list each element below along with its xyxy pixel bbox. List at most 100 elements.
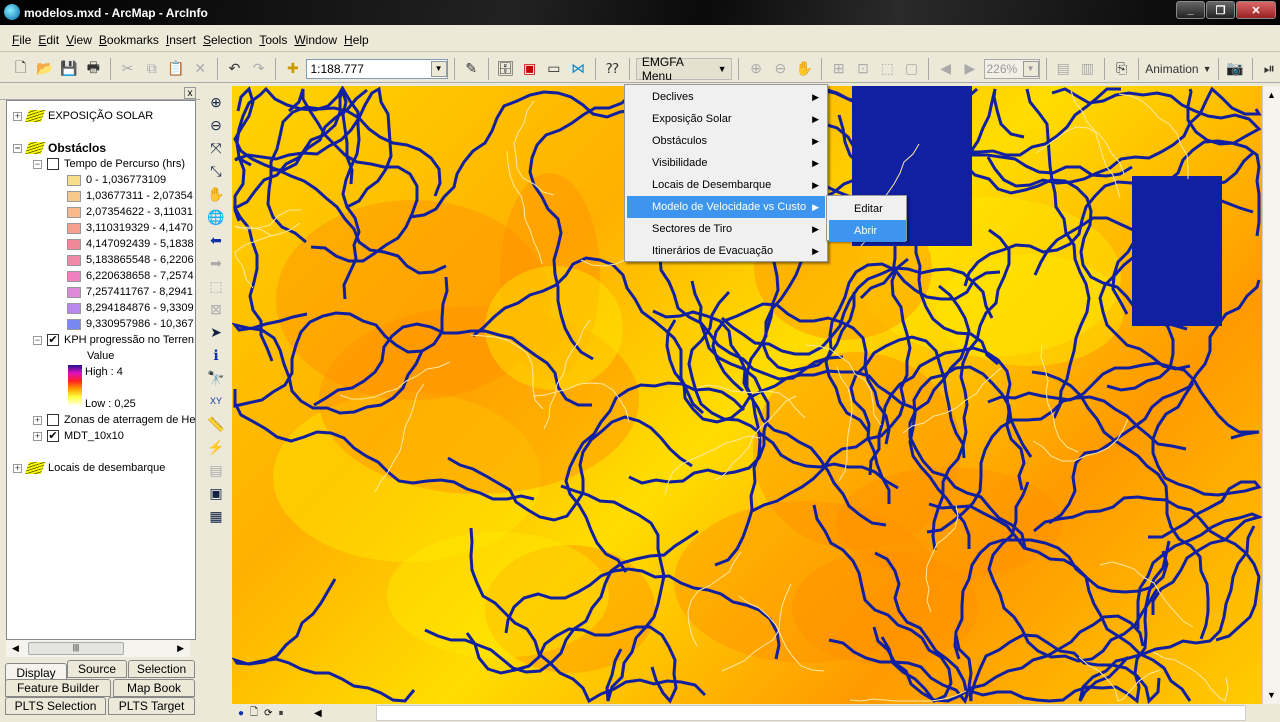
layout-zoom-out-icon[interactable]: ⊖ <box>770 58 791 80</box>
time-slider-icon[interactable]: ▦ <box>205 506 227 526</box>
layout-zoom-in-icon[interactable]: ⊕ <box>745 58 766 80</box>
animation-menu-button[interactable]: Animation ▼ <box>1145 58 1211 80</box>
menu-item[interactable]: Declives ▶ <box>627 86 825 108</box>
collapse-icon[interactable]: − <box>33 159 42 169</box>
tab-plts-target[interactable]: PLTS Target <box>108 697 195 715</box>
layer-mdt[interactable]: + ✔ MDT_10x10 <box>33 428 124 444</box>
copy-icon[interactable]: ⧉ <box>141 58 162 80</box>
collapse-icon[interactable]: − <box>13 143 22 153</box>
scroll-down-icon[interactable]: ▼ <box>1267 690 1276 700</box>
toc-group-exposicao-solar[interactable]: + EXPOSIÇÃO SOLAR <box>13 108 153 124</box>
find-icon[interactable]: 🔭 <box>205 368 227 388</box>
zoom-level-combobox[interactable]: 226% ▼ <box>983 58 1040 79</box>
expand-icon[interactable]: + <box>33 431 42 441</box>
fixed-zoom-in-icon[interactable]: ⤧ <box>205 138 227 158</box>
close-button[interactable]: ✕ <box>1236 1 1276 19</box>
fixed-zoom-out-icon[interactable]: ⤡ <box>205 161 227 181</box>
previous-extent-icon[interactable]: ◀ <box>935 58 956 80</box>
close-icon[interactable]: x <box>184 87 196 99</box>
toc-horizontal-scrollbar[interactable]: ◀ ||| ▶ <box>6 640 190 657</box>
layer-zonas[interactable]: + Zonas de aterragem de He <box>33 412 195 428</box>
layer-checkbox-checked[interactable]: ✔ <box>47 334 59 346</box>
refresh-icon[interactable]: ⟳ <box>264 708 272 719</box>
menu-item[interactable]: Locais de Desembarque ▶ <box>627 174 825 196</box>
save-icon[interactable]: 💾 <box>58 58 79 80</box>
add-data-icon[interactable]: ✚ <box>282 58 303 80</box>
minimize-button[interactable]: _ <box>1176 1 1205 19</box>
map-scale-combobox[interactable]: 1:188.777 ▼ <box>306 58 448 79</box>
menu-bookmarks[interactable]: Bookmarks <box>99 33 159 47</box>
zoom-in-icon[interactable]: ⊕ <box>205 92 227 112</box>
go-to-xy-icon[interactable]: XY <box>205 391 227 411</box>
zoom-whole-page-icon[interactable]: ⊞ <box>828 58 849 80</box>
modelbuilder-icon[interactable]: ⋈ <box>567 58 588 80</box>
menu-item[interactable]: Obstáculos ▶ <box>627 130 825 152</box>
layer-checkbox[interactable] <box>47 414 59 426</box>
pan-icon[interactable]: ✋ <box>205 184 227 204</box>
data-view-icon[interactable]: ● <box>238 708 244 719</box>
arccatalog-icon[interactable]: 🗄 <box>495 58 516 80</box>
arctoolbox-icon[interactable]: ▣ <box>519 58 540 80</box>
clear-selection-icon[interactable]: ⊠ <box>205 299 227 319</box>
forward-extent-icon[interactable]: ➡ <box>205 253 227 273</box>
scroll-thumb[interactable]: ||| <box>28 642 124 655</box>
chevron-down-icon[interactable]: ▼ <box>1022 60 1039 77</box>
tab-map-book[interactable]: Map Book <box>113 679 195 697</box>
scroll-left-icon[interactable]: ◀ <box>12 643 19 654</box>
chevron-down-icon[interactable]: ▼ <box>430 60 447 77</box>
command-line-icon[interactable]: ▭ <box>543 58 564 80</box>
menu-item[interactable]: Itinerários de Evacuação ▶ <box>627 240 825 262</box>
next-extent-icon[interactable]: ▶ <box>959 58 980 80</box>
scroll-left-icon[interactable]: ◀ <box>314 708 322 719</box>
toc-group-obstaclos[interactable]: − Obstáclos <box>13 140 106 156</box>
menu-edit[interactable]: Edit <box>38 33 59 47</box>
scroll-up-icon[interactable]: ▲ <box>1267 90 1276 100</box>
zoom-100-icon[interactable]: ⊡ <box>852 58 873 80</box>
editor-icon[interactable]: ✎ <box>461 58 482 80</box>
menu-item-abrir[interactable]: Abrir <box>829 220 906 242</box>
menu-item[interactable]: Exposição Solar ▶ <box>627 108 825 130</box>
map-vertical-scrollbar[interactable]: ▲ ▼ <box>1262 86 1280 704</box>
expand-icon[interactable]: + <box>13 111 22 121</box>
whats-this-icon[interactable]: ⁇ <box>602 58 623 80</box>
tab-source[interactable]: Source <box>67 660 127 678</box>
redo-icon[interactable]: ↷ <box>248 58 269 80</box>
one-to-one-icon[interactable]: ▢ <box>901 58 922 80</box>
menu-item[interactable]: Sectores de Tiro ▶ <box>627 218 825 240</box>
identify-icon[interactable]: ℹ <box>205 345 227 365</box>
menu-insert[interactable]: Insert <box>166 33 196 47</box>
animation-controls-icon[interactable]: ⏯ <box>1259 58 1280 80</box>
pause-drawing-icon[interactable]: ⏸ <box>278 708 283 719</box>
delete-icon[interactable]: ✕ <box>190 58 211 80</box>
layer-checkbox-checked[interactable]: ✔ <box>47 430 59 442</box>
layer-checkbox[interactable] <box>47 158 59 170</box>
create-viewer-icon[interactable]: ▣ <box>205 483 227 503</box>
layer-tempo-percurso[interactable]: − Tempo de Percurso (hrs) <box>33 156 185 172</box>
print-icon[interactable]: 🖶 <box>83 58 104 80</box>
select-features-icon[interactable]: ⬚ <box>205 276 227 296</box>
menu-tools[interactable]: Tools <box>259 33 287 47</box>
tab-feature-builder[interactable]: Feature Builder <box>5 679 111 697</box>
menu-selection[interactable]: Selection <box>203 33 252 47</box>
toggle-draft-icon[interactable]: ▤ <box>1053 58 1074 80</box>
map-horizontal-scrollbar[interactable] <box>376 705 1246 721</box>
menu-help[interactable]: Help <box>344 33 369 47</box>
expand-icon[interactable]: + <box>13 463 22 473</box>
menu-item[interactable]: Visibilidade ▶ <box>627 152 825 174</box>
new-icon[interactable]: 🗋 <box>10 58 31 80</box>
layout-view-icon[interactable]: 🗋 <box>250 705 258 722</box>
select-elements-icon[interactable]: ➤ <box>205 322 227 342</box>
layout-pan-icon[interactable]: ✋ <box>794 58 815 80</box>
menu-file[interactable]: File <box>12 33 31 47</box>
back-extent-icon[interactable]: ⬅ <box>205 230 227 250</box>
full-extent-icon[interactable]: 🌐 <box>205 207 227 227</box>
paste-icon[interactable]: 📋 <box>165 58 186 80</box>
layer-kph[interactable]: − ✔ KPH progressão no Terren <box>33 332 194 348</box>
tab-selection[interactable]: Selection <box>128 660 195 678</box>
undo-icon[interactable]: ↶ <box>224 58 245 80</box>
menu-item-editar[interactable]: Editar <box>829 198 906 220</box>
fixed-zoom-icon[interactable]: ⬚ <box>877 58 898 80</box>
hyperlink-icon[interactable]: ⚡ <box>205 437 227 457</box>
focus-data-frame-icon[interactable]: ▥ <box>1077 58 1098 80</box>
expand-icon[interactable]: + <box>33 415 42 425</box>
